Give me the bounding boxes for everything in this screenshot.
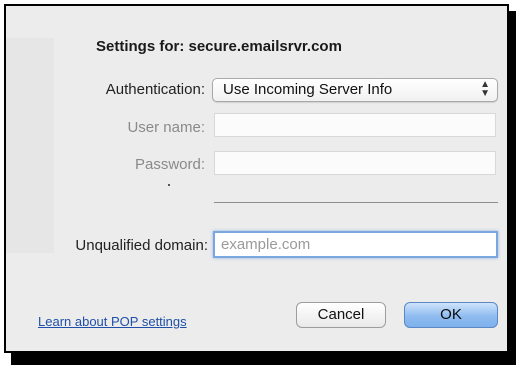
- learn-about-pop-settings-link[interactable]: Learn about POP settings: [38, 314, 187, 329]
- pop-settings-sheet: Settings for: secure.emailsrvr.com Authe…: [4, 4, 509, 353]
- sheet-title: Settings for: secure.emailsrvr.com: [96, 38, 342, 55]
- authentication-popup[interactable]: Use Incoming Server Info ▲ ▼: [212, 78, 498, 102]
- separator-line: [214, 202, 498, 203]
- password-input[interactable]: [215, 152, 495, 174]
- unqualified-domain-input[interactable]: [215, 233, 496, 256]
- ok-button[interactable]: OK: [404, 302, 498, 328]
- popup-up-down-arrows-icon: ▲ ▼: [480, 79, 490, 99]
- password-field[interactable]: [214, 151, 496, 175]
- authentication-label: Authentication:: [105, 81, 205, 98]
- cancel-button[interactable]: Cancel: [296, 302, 386, 328]
- authentication-selected-value: Use Incoming Server Info: [223, 81, 393, 98]
- unqualified-domain-label: Unqualified domain:: [75, 237, 208, 254]
- user-name-field[interactable]: [214, 113, 496, 137]
- user-name-input[interactable]: [215, 114, 495, 136]
- password-label: Password:: [134, 156, 205, 173]
- unqualified-domain-field[interactable]: [213, 231, 498, 258]
- user-name-label: User name:: [127, 119, 205, 136]
- decorative-dot: [168, 184, 170, 186]
- background-window-panel: [6, 38, 54, 253]
